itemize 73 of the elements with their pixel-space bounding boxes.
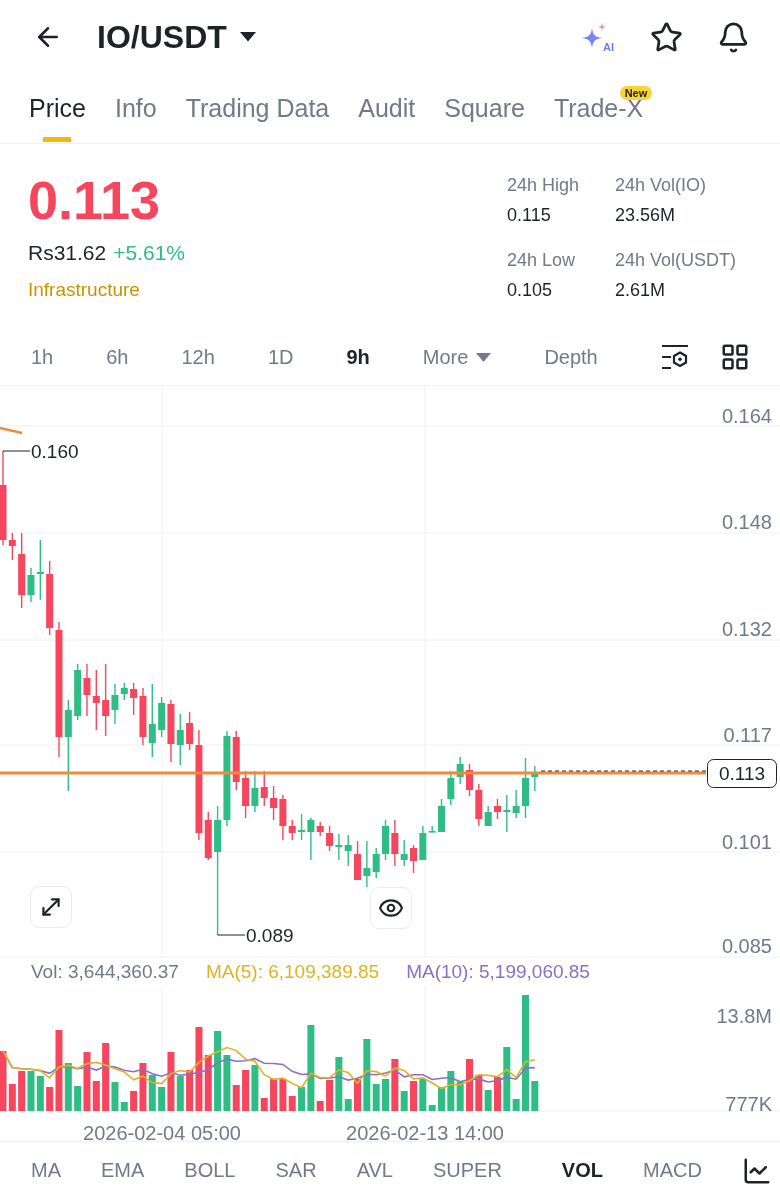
volume-bar [531, 1081, 539, 1111]
stat-value: 2.61M [615, 279, 667, 302]
date-label: 2026-02-13 14:00 [346, 1122, 504, 1141]
date-label: 2026-02-04 05:00 [83, 1122, 241, 1141]
tab[interactable]: Price [29, 74, 86, 143]
visibility-button[interactable] [370, 887, 412, 929]
indicator-tab[interactable]: VOL [561, 1159, 603, 1182]
last-price-tag: 0.113 [707, 759, 777, 788]
tab[interactable]: Audit [358, 74, 416, 143]
moving-average-line [0, 426, 23, 435]
stat-value: 0.105 [507, 279, 554, 302]
candle [410, 844, 417, 874]
fiat-price: Rs31.62 [28, 241, 107, 265]
volume-legend: MA(10): 5,199,060.85 [406, 961, 590, 983]
interval-tab[interactable]: 1h [31, 345, 54, 369]
indicator-tab[interactable]: MA [31, 1159, 61, 1182]
volume-bar [494, 1077, 501, 1111]
tab[interactable]: Trading Data [185, 74, 330, 143]
axis-label: 0.164 [721, 405, 772, 427]
indicator-tab[interactable]: EMA [101, 1159, 145, 1182]
settings-icon[interactable] [661, 344, 689, 370]
axis-label: 0.085 [721, 935, 772, 957]
indicator-tab[interactable]: BOLL [184, 1159, 236, 1182]
interval-tab[interactable]: 1D [267, 345, 294, 369]
volume-legend: Vol: 3,644,360.37 [31, 961, 179, 983]
axis-label: 13.8M [716, 1005, 772, 1027]
more-menu[interactable]: More [422, 345, 492, 369]
volume-bar [438, 1087, 445, 1111]
candle [494, 798, 501, 820]
tab[interactable]: Info [114, 74, 157, 143]
stat-label: 24h Low [507, 249, 577, 272]
axis-label: 0.117 [723, 724, 772, 746]
category-link[interactable]: Infrastructure [28, 278, 140, 302]
stat-value: 23.56M [615, 204, 677, 227]
indicator-tab[interactable]: SAR [275, 1159, 317, 1182]
stat-value: 0.115 [507, 204, 552, 227]
tab[interactable]: Square [444, 74, 525, 143]
grid-icon[interactable] [720, 342, 750, 372]
axis-label: 0.101 [721, 831, 772, 853]
interval-tab[interactable]: 12h [181, 345, 215, 369]
axis-label: 0.148 [721, 511, 772, 533]
candle [438, 798, 445, 833]
low-price-label: 0.089 [246, 925, 294, 946]
candle [531, 765, 539, 792]
new-badge: New [619, 86, 653, 100]
pair-selector[interactable]: IO/USDT [97, 18, 256, 56]
interval-tab[interactable]: Depth [544, 345, 598, 369]
stat-label: 24h Vol(IO) [615, 174, 708, 197]
candle [522, 757, 529, 819]
stat-label: 24h Vol(USDT) [615, 249, 738, 272]
axis-label: 777K [725, 1093, 772, 1115]
volume-legend: MA(5): 6,109,389.85 [205, 961, 380, 983]
last-price: 0.113 [28, 172, 161, 228]
caret-icon [476, 352, 492, 362]
axis-label: 0.132 [721, 618, 772, 640]
indicator-tab[interactable]: AVL [356, 1159, 393, 1182]
star-icon[interactable] [650, 20, 683, 54]
indicator-tab[interactable]: SUPER [432, 1159, 502, 1182]
leader-line [217, 934, 246, 936]
indicator-tab[interactable]: MACD [643, 1159, 702, 1182]
leader-line [2, 450, 31, 452]
bell-icon[interactable] [717, 20, 750, 54]
stat-label: 24h High [507, 174, 581, 197]
volume-bar [410, 1081, 417, 1111]
volume-bar [466, 1059, 473, 1111]
expand-button[interactable] [30, 886, 72, 928]
interval-tab[interactable]: 6h [106, 345, 129, 369]
ai-button[interactable]: AI [580, 21, 614, 53]
interval-tab[interactable]: 9h [346, 345, 370, 369]
caret-icon [239, 32, 256, 42]
high-price-label: 0.160 [31, 441, 79, 462]
price-change: +5.61% [113, 241, 186, 265]
candle [466, 763, 473, 797]
